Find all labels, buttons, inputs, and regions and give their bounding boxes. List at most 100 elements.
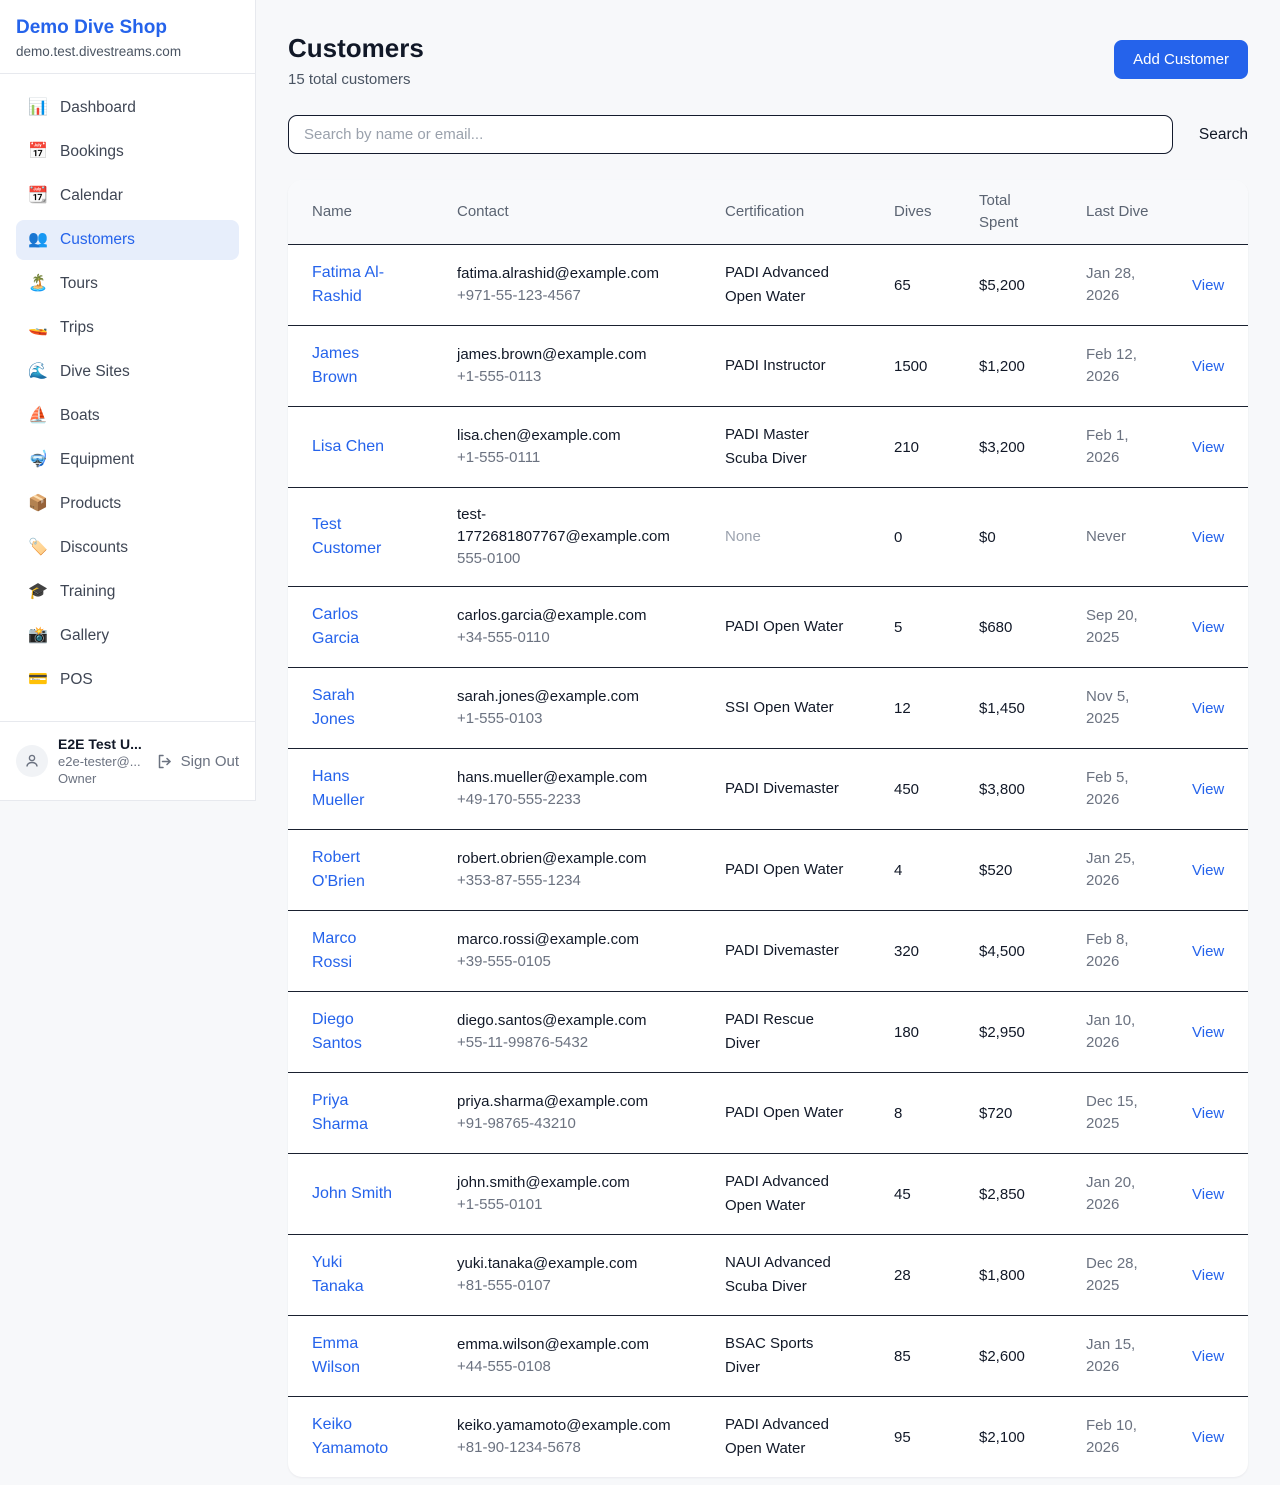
customer-email: diego.santos@example.com (457, 1010, 693, 1032)
calendar-icon: 📅 (28, 144, 48, 160)
customer-name-link[interactable]: Fatima Al-Rashid (312, 261, 397, 309)
customer-name-link[interactable]: Marco Rossi (312, 927, 397, 975)
customer-name-link[interactable]: Test Customer (312, 513, 397, 561)
customer-phone: +353-87-555-1234 (457, 870, 693, 892)
view-customer-link[interactable]: View (1192, 1024, 1224, 1041)
sign-out-button[interactable]: Sign Out (156, 753, 239, 770)
user-avatar-icon (24, 753, 40, 769)
customer-name-link[interactable]: Emma Wilson (312, 1332, 397, 1380)
customer-certification: NAUI Advanced Scuba Diver (725, 1251, 846, 1299)
customers-table: Name Contact Certification Dives Total S… (288, 180, 1248, 1477)
view-customer-link[interactable]: View (1192, 1429, 1224, 1446)
customer-total-spent: $2,600 (979, 1348, 1025, 1365)
customer-name-link[interactable]: Priya Sharma (312, 1089, 397, 1137)
sidebar-item-trips[interactable]: 🚤 Trips (16, 308, 239, 348)
view-customer-link[interactable]: View (1192, 1267, 1224, 1284)
table-row: Robert O'Brien robert.obrien@example.com… (288, 830, 1248, 911)
view-customer-link[interactable]: View (1192, 619, 1224, 636)
customer-name-link[interactable]: James Brown (312, 342, 397, 390)
customer-dives: 28 (894, 1267, 911, 1284)
customer-name-link[interactable]: Sarah Jones (312, 684, 397, 732)
view-customer-link[interactable]: View (1192, 862, 1224, 879)
customer-dives: 8 (894, 1105, 902, 1122)
customer-email: priya.sharma@example.com (457, 1091, 693, 1113)
sidebar-item-equipment[interactable]: 🤿 Equipment (16, 440, 239, 480)
customer-name-link[interactable]: Hans Mueller (312, 765, 397, 813)
view-customer-link[interactable]: View (1192, 1105, 1224, 1122)
table-row: Test Customer test-1772681807767@example… (288, 488, 1248, 587)
customer-phone: +55-11-99876-5432 (457, 1032, 693, 1054)
table-row: Hans Mueller hans.mueller@example.com +4… (288, 749, 1248, 830)
sidebar-item-calendar[interactable]: 📆 Calendar (16, 176, 239, 216)
water-wave-icon: 🌊 (28, 364, 48, 380)
view-customer-link[interactable]: View (1192, 439, 1224, 456)
desert-island-icon: 🏝️ (28, 276, 48, 292)
customer-total-spent: $680 (979, 619, 1012, 636)
diving-mask-icon: 🤿 (28, 452, 48, 468)
sidebar-item-label: Training (60, 583, 115, 601)
sidebar-item-pos[interactable]: 💳 POS (16, 660, 239, 700)
sidebar-item-dive-sites[interactable]: 🌊 Dive Sites (16, 352, 239, 392)
add-customer-button[interactable]: Add Customer (1114, 40, 1248, 79)
user-panel: E2E Test U... e2e-tester@... Owner Sign … (0, 721, 255, 800)
customer-last-dive: Nov 5, 2025 (1086, 686, 1160, 730)
search-input[interactable] (288, 115, 1173, 154)
customer-dives: 95 (894, 1429, 911, 1446)
user-name: E2E Test U... (58, 736, 146, 752)
sidebar-item-bookings[interactable]: 📅 Bookings (16, 132, 239, 172)
view-customer-link[interactable]: View (1192, 529, 1224, 546)
page-header: Customers 15 total customers Add Custome… (288, 33, 1248, 88)
customer-certification: SSI Open Water (725, 696, 846, 720)
customer-name-link[interactable]: Diego Santos (312, 1008, 397, 1056)
customer-last-dive: Sep 20, 2025 (1086, 605, 1160, 649)
customer-total-spent: $520 (979, 862, 1012, 879)
customer-email: yuki.tanaka@example.com (457, 1253, 693, 1275)
customer-last-dive: Feb 10, 2026 (1086, 1415, 1160, 1459)
customer-name-link[interactable]: John Smith (312, 1182, 392, 1206)
sidebar-item-customers[interactable]: 👥 Customers (16, 220, 239, 260)
sidebar-item-training[interactable]: 🎓 Training (16, 572, 239, 612)
view-customer-link[interactable]: View (1192, 277, 1224, 294)
table-row: Carlos Garcia carlos.garcia@example.com … (288, 587, 1248, 668)
sidebar-item-discounts[interactable]: 🏷️ Discounts (16, 528, 239, 568)
customer-total-spent: $2,850 (979, 1186, 1025, 1203)
customer-name-link[interactable]: Carlos Garcia (312, 603, 397, 651)
customer-last-dive: Feb 12, 2026 (1086, 344, 1160, 388)
table-row: Sarah Jones sarah.jones@example.com +1-5… (288, 668, 1248, 749)
sidebar-item-tours[interactable]: 🏝️ Tours (16, 264, 239, 304)
view-customer-link[interactable]: View (1192, 700, 1224, 717)
search-button[interactable]: Search (1199, 120, 1248, 150)
sign-out-icon (156, 753, 173, 770)
bar-chart-icon: 📊 (28, 100, 48, 116)
customer-certification: PADI Open Water (725, 615, 846, 639)
customer-total-spent: $1,450 (979, 700, 1025, 717)
customer-dives: 180 (894, 1024, 919, 1041)
customer-phone: +81-555-0107 (457, 1275, 693, 1297)
customer-email: robert.obrien@example.com (457, 848, 693, 870)
customer-total-spent: $1,800 (979, 1267, 1025, 1284)
column-header-dives: Dives (870, 180, 955, 245)
main-content: Customers 15 total customers Add Custome… (288, 0, 1248, 1477)
customer-last-dive: Never (1086, 526, 1160, 548)
view-customer-link[interactable]: View (1192, 1186, 1224, 1203)
view-customer-link[interactable]: View (1192, 781, 1224, 798)
customer-phone: +1-555-0113 (457, 366, 693, 388)
table-row: John Smith john.smith@example.com +1-555… (288, 1154, 1248, 1235)
camera-flash-icon: 📸 (28, 628, 48, 644)
customer-certification: PADI Divemaster (725, 939, 846, 963)
customer-name-link[interactable]: Yuki Tanaka (312, 1251, 397, 1299)
search-bar: Search (288, 115, 1248, 154)
customer-name-link[interactable]: Keiko Yamamoto (312, 1413, 397, 1461)
customer-phone: +1-555-0101 (457, 1194, 693, 1216)
view-customer-link[interactable]: View (1192, 943, 1224, 960)
customer-certification: PADI Advanced Open Water (725, 1413, 846, 1461)
sidebar-item-products[interactable]: 📦 Products (16, 484, 239, 524)
sidebar-item-gallery[interactable]: 📸 Gallery (16, 616, 239, 656)
customer-name-link[interactable]: Lisa Chen (312, 435, 384, 459)
customer-name-link[interactable]: Robert O'Brien (312, 846, 397, 894)
view-customer-link[interactable]: View (1192, 1348, 1224, 1365)
sidebar-item-dashboard[interactable]: 📊 Dashboard (16, 88, 239, 128)
customer-certification: PADI Instructor (725, 354, 846, 378)
sidebar-item-boats[interactable]: ⛵ Boats (16, 396, 239, 436)
view-customer-link[interactable]: View (1192, 358, 1224, 375)
